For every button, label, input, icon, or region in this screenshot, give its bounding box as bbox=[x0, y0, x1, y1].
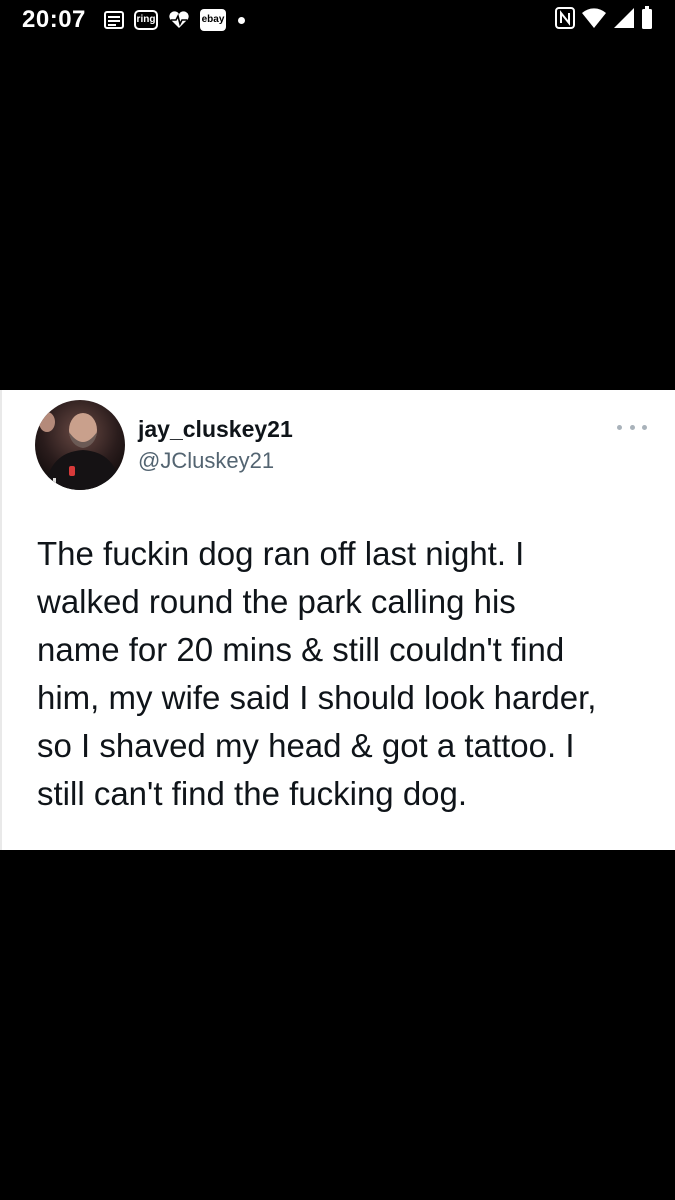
nfc-icon bbox=[555, 6, 575, 34]
notification-icons: ring ebay bbox=[104, 8, 245, 32]
dot-icon bbox=[238, 16, 245, 24]
status-bar: 20:07 ring ebay bbox=[0, 0, 675, 40]
dot-1 bbox=[617, 424, 622, 430]
ring-icon: ring bbox=[134, 10, 158, 30]
health-icon bbox=[168, 10, 190, 30]
more-options-icon[interactable] bbox=[617, 420, 647, 434]
system-icons bbox=[555, 5, 653, 35]
user-handle[interactable]: @JCluskey21 bbox=[138, 448, 274, 474]
tweet-card[interactable]: jay_cluskey21 @JCluskey21 The fuckin dog… bbox=[0, 390, 675, 850]
wifi-icon bbox=[581, 7, 607, 34]
signal-icon bbox=[613, 7, 635, 34]
dot-3 bbox=[642, 424, 647, 430]
battery-icon bbox=[641, 5, 653, 35]
tweet-text: The fuckin dog ran off last night. I wal… bbox=[37, 535, 597, 812]
user-display-name[interactable]: jay_cluskey21 bbox=[138, 416, 293, 443]
ebay-icon: ebay bbox=[200, 9, 226, 31]
status-time: 20:07 bbox=[22, 6, 86, 33]
news-icon bbox=[104, 11, 124, 29]
dot-2 bbox=[629, 424, 635, 430]
avatar[interactable] bbox=[35, 400, 125, 490]
